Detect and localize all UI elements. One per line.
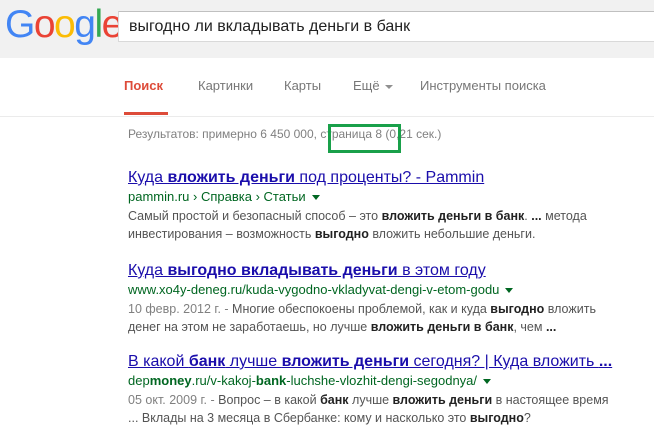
header: Google выгодно ли вкладывать деньги в ба… bbox=[0, 0, 654, 58]
tab-maps[interactable]: Карты bbox=[284, 78, 321, 93]
result-date: 10 февр. 2012 г. - bbox=[128, 302, 233, 316]
text-run: инвестирования – возможность bbox=[128, 227, 315, 241]
search-result: Куда выгодно вкладывать деньги в этом го… bbox=[128, 262, 654, 336]
result-snippet: 10 февр. 2012 г. - Многие обеспокоены пр… bbox=[128, 300, 654, 336]
logo-letter: o bbox=[54, 3, 76, 46]
highlighted-term: выгодно bbox=[314, 227, 369, 241]
text-run: метода bbox=[541, 209, 587, 223]
logo-letter: G bbox=[5, 3, 35, 46]
text-run: сегодня? | Куда вложить bbox=[409, 353, 599, 370]
highlighted-term: выгодно вкладывать деньги bbox=[167, 262, 398, 279]
result-snippet: Самый простой и безопасный способ – это … bbox=[128, 207, 654, 243]
text-run: , чем bbox=[513, 320, 546, 334]
highlighted-term: вложить деньги в банк bbox=[381, 209, 525, 223]
caret-down-icon[interactable] bbox=[483, 379, 492, 385]
text-run: ? bbox=[523, 411, 531, 425]
search-result: Куда вложить деньги под проценты? - Pamm… bbox=[128, 169, 654, 243]
active-tab-indicator bbox=[124, 112, 168, 115]
highlighted-term: ... bbox=[531, 209, 542, 223]
result-snippet: 05 окт. 2009 г. - Вопрос – в какой банк … bbox=[128, 391, 654, 427]
highlighted-term: ... bbox=[598, 353, 613, 370]
result-date: 05 окт. 2009 г. - bbox=[128, 393, 219, 407]
snippet-line: Самый простой и безопасный способ – это … bbox=[128, 207, 654, 225]
snippet-line: 10 февр. 2012 г. - Многие обеспокоены пр… bbox=[128, 300, 654, 318]
highlighted-term: вложить деньги bbox=[281, 353, 410, 370]
text-run: Куда bbox=[128, 262, 168, 279]
result-url: www.xo4y-deneg.ru/kuda-vygodno-vkladyvat… bbox=[128, 282, 654, 297]
highlight-box bbox=[328, 124, 401, 153]
search-result: В какой банк лучше вложить деньги сегодн… bbox=[128, 353, 654, 427]
google-logo[interactable]: Google bbox=[5, 3, 123, 47]
chevron-down-icon bbox=[384, 84, 393, 89]
caret-down-icon[interactable] bbox=[505, 288, 514, 294]
text-run: Вопрос – в какой bbox=[218, 393, 321, 407]
text-run: dep bbox=[128, 373, 150, 388]
text-run: вложить небольшие деньги. bbox=[368, 227, 536, 241]
result-url: pammin.ru › Справка › Статьи bbox=[128, 189, 654, 204]
highlighted-term: вложить деньги в банк bbox=[370, 320, 514, 334]
result-url: depmoney.ru/v-kakoj-bank-luchshe-vlozhit… bbox=[128, 373, 654, 388]
highlighted-term: банк bbox=[188, 353, 226, 370]
text-run: В какой bbox=[128, 353, 189, 370]
highlighted-term: выгодно bbox=[490, 302, 545, 316]
text-run: www.xo4y-deneg.ru/kuda-vygodno-vkladyvat… bbox=[128, 282, 500, 297]
text-run: под проценты? - Pammin bbox=[294, 169, 485, 186]
highlighted-term: вложить деньги bbox=[392, 393, 493, 407]
text-run: вложить bbox=[544, 302, 596, 316]
highlighted-term: bank bbox=[255, 373, 287, 388]
tab-more-label: Ещё bbox=[353, 78, 380, 93]
result-count: Результатов: примерно 6 450 000, bbox=[128, 127, 321, 141]
snippet-line: 05 окт. 2009 г. - Вопрос – в какой банк … bbox=[128, 391, 654, 409]
caret-down-icon[interactable] bbox=[311, 195, 320, 201]
text-run: лучше bbox=[348, 393, 393, 407]
highlighted-term: вложить деньги bbox=[167, 169, 295, 186]
tab-search-tools[interactable]: Инструменты поиска bbox=[420, 78, 546, 93]
text-run: в этом году bbox=[397, 262, 486, 279]
tab-more[interactable]: Ещё bbox=[353, 78, 393, 93]
text-run: .ru/v-kakoj- bbox=[191, 373, 256, 388]
snippet-line: инвестирования – возможность выгодно вло… bbox=[128, 225, 654, 243]
highlighted-term: банк bbox=[320, 393, 349, 407]
text-run: Многие обеспокоены проблемой, как и куда bbox=[232, 302, 491, 316]
result-title-link[interactable]: В какой банк лучше вложить деньги сегодн… bbox=[128, 353, 654, 371]
logo-letter: l bbox=[94, 3, 103, 46]
snippet-line: денег на этом не заработаешь, но лучше в… bbox=[128, 318, 654, 336]
text-run: в настоящее время bbox=[492, 393, 609, 407]
search-input[interactable]: выгодно ли вкладывать деньги в банк bbox=[118, 11, 654, 42]
logo-letter: g bbox=[74, 3, 96, 46]
text-run: денег на этом не заработаешь, но лучше bbox=[128, 320, 371, 334]
snippet-line: ... Вклады на 3 месяца в Сбербанке: кому… bbox=[128, 409, 654, 427]
logo-letter: o bbox=[33, 3, 56, 46]
result-title-link[interactable]: Куда вложить деньги под проценты? - Pamm… bbox=[128, 169, 654, 187]
text-run: Куда bbox=[128, 169, 168, 186]
highlighted-term: ... bbox=[545, 320, 557, 334]
tab-search[interactable]: Поиск bbox=[124, 78, 163, 93]
text-run: pammin.ru › Справка › Статьи bbox=[128, 189, 306, 204]
result-title-link[interactable]: Куда выгодно вкладывать деньги в этом го… bbox=[128, 262, 654, 280]
text-run: -luchshe-vlozhit-dengi-segodnya/ bbox=[286, 373, 478, 388]
text-run: ... Вклады на 3 месяца в Сбербанке: кому… bbox=[128, 411, 470, 425]
highlighted-term: выгодно bbox=[469, 411, 524, 425]
search-tabs: Поиск Картинки Карты Ещё Инструменты пои… bbox=[0, 58, 654, 117]
text-run: лучше bbox=[225, 353, 282, 370]
highlighted-term: money bbox=[149, 373, 192, 388]
tab-images[interactable]: Картинки bbox=[198, 78, 253, 93]
text-run: Самый простой и безопасный способ – это bbox=[128, 209, 382, 223]
